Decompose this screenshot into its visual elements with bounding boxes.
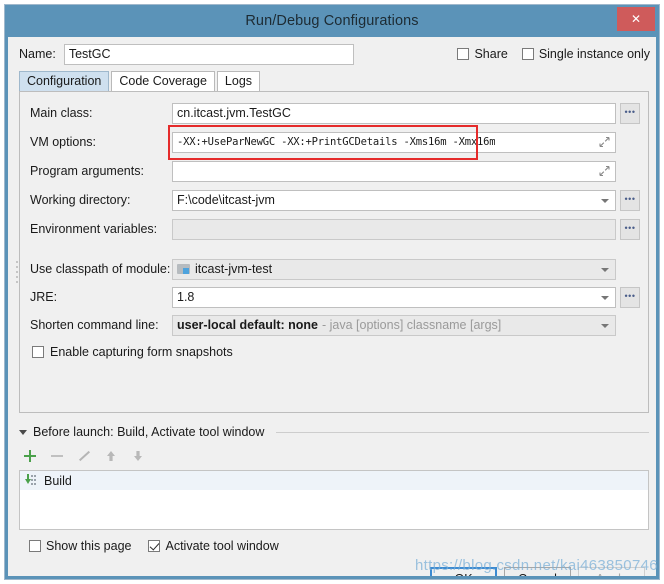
activate-tool-window-checkbox[interactable]: Activate tool window	[148, 539, 278, 553]
chevron-down-icon[interactable]	[601, 324, 609, 328]
cancel-button[interactable]: Cancel	[504, 567, 571, 580]
tab-code-coverage[interactable]: Code Coverage	[111, 71, 215, 91]
before-launch-header[interactable]: Before launch: Build, Activate tool wind…	[19, 425, 649, 439]
divider	[276, 432, 649, 433]
tab-configuration[interactable]: Configuration	[19, 71, 109, 91]
form-snapshots-checkbox-label: Enable capturing form snapshots	[50, 345, 233, 359]
vm-options-input[interactable]: -XX:+UseParNewGC -XX:+PrintGCDetails -Xm…	[172, 132, 616, 153]
single-instance-checkbox[interactable]: Single instance only	[522, 47, 650, 61]
form-snapshots-checkbox[interactable]: Enable capturing form snapshots	[32, 345, 640, 359]
run-debug-configurations-dialog: Run/Debug Configurations ✕ Name: Share S…	[4, 4, 660, 580]
expand-editor-icon[interactable]	[599, 166, 610, 177]
main-class-input[interactable]: cn.itcast.jvm.TestGC	[172, 103, 616, 124]
ellipsis-icon: •••	[625, 108, 636, 117]
working-directory-browse-button[interactable]: •••	[620, 190, 640, 211]
environment-variables-input[interactable]	[172, 219, 616, 240]
edit-icon	[77, 449, 91, 463]
working-directory-value: F:\code\itcast-jvm	[177, 193, 275, 207]
show-this-page-checkbox[interactable]: Show this page	[29, 539, 131, 553]
name-row-options: Share Single instance only	[457, 47, 650, 61]
program-arguments-label: Program arguments:	[30, 164, 172, 178]
move-down-icon	[131, 449, 145, 463]
before-launch-list[interactable]: Build	[19, 470, 649, 530]
before-launch-section: Before launch: Build, Activate tool wind…	[19, 425, 649, 530]
classpath-module-row: Use classpath of module: itcast-jvm-test	[30, 258, 640, 280]
list-item-label: Build	[44, 474, 72, 488]
configuration-panel: Main class: cn.itcast.jvm.TestGC ••• VM …	[19, 91, 649, 413]
add-icon[interactable]	[23, 449, 37, 463]
share-checkbox-box	[457, 48, 469, 60]
program-arguments-row: Program arguments:	[30, 160, 640, 182]
list-item[interactable]: Build	[20, 471, 648, 490]
chevron-down-icon[interactable]	[601, 296, 609, 300]
vm-options-row: VM options: -XX:+UseParNewGC -XX:+PrintG…	[30, 131, 640, 153]
ellipsis-icon: •••	[625, 224, 636, 233]
classpath-module-select[interactable]: itcast-jvm-test	[172, 259, 616, 280]
jre-select[interactable]: 1.8	[172, 287, 616, 308]
program-arguments-input[interactable]	[172, 161, 616, 182]
title-bar: Run/Debug Configurations ✕	[5, 5, 659, 37]
environment-variables-row: Environment variables: •••	[30, 218, 640, 240]
classpath-module-label: Use classpath of module:	[30, 262, 172, 276]
section-spacer	[30, 247, 640, 258]
bottom-options: Show this page Activate tool window	[29, 539, 659, 553]
environment-variables-label: Environment variables:	[30, 222, 172, 236]
vm-options-value: -XX:+UseParNewGC -XX:+PrintGCDetails -Xm…	[177, 136, 495, 148]
vm-options-label: VM options:	[30, 135, 172, 149]
main-class-value: cn.itcast.jvm.TestGC	[177, 106, 291, 120]
main-class-row: Main class: cn.itcast.jvm.TestGC •••	[30, 102, 640, 124]
environment-variables-browse-button[interactable]: •••	[620, 219, 640, 240]
form-snapshots-checkbox-box	[32, 346, 44, 358]
jre-row: JRE: 1.8 •••	[30, 286, 640, 308]
working-directory-row: Working directory: F:\code\itcast-jvm ••…	[30, 189, 640, 211]
jre-browse-button[interactable]: •••	[620, 287, 640, 308]
name-label: Name:	[19, 47, 56, 61]
close-icon[interactable]: ✕	[617, 7, 655, 31]
tab-bar: Configuration Code Coverage Logs	[5, 71, 659, 91]
chevron-down-icon[interactable]	[601, 199, 609, 203]
show-this-page-label: Show this page	[46, 539, 131, 553]
shorten-command-line-value: user-local default: none	[177, 318, 318, 332]
share-checkbox[interactable]: Share	[457, 47, 507, 61]
tab-logs[interactable]: Logs	[217, 71, 260, 91]
dialog-title: Run/Debug Configurations	[245, 13, 418, 29]
activate-tool-window-label: Activate tool window	[165, 539, 278, 553]
single-instance-checkbox-box	[522, 48, 534, 60]
move-up-icon	[104, 449, 118, 463]
ok-button[interactable]: OK	[430, 567, 497, 580]
name-input[interactable]	[64, 44, 354, 65]
shorten-command-line-select[interactable]: user-local default: none - java [options…	[172, 315, 616, 336]
apply-button: Apply	[578, 567, 645, 580]
working-directory-input[interactable]: F:\code\itcast-jvm	[172, 190, 616, 211]
expand-editor-icon[interactable]	[599, 137, 610, 148]
working-directory-label: Working directory:	[30, 193, 172, 207]
ellipsis-icon: •••	[625, 195, 636, 204]
show-this-page-checkbox-box	[29, 540, 41, 552]
remove-icon	[50, 449, 64, 463]
panel-splitter-handle[interactable]	[15, 260, 20, 286]
shorten-command-line-hint: - java [options] classname [args]	[322, 318, 501, 332]
main-class-label: Main class:	[30, 106, 172, 120]
share-checkbox-label: Share	[474, 47, 507, 61]
shorten-command-line-row: Shorten command line: user-local default…	[30, 314, 640, 336]
ellipsis-icon: •••	[625, 292, 636, 301]
jre-value: 1.8	[177, 290, 194, 304]
chevron-down-icon[interactable]	[601, 268, 609, 272]
module-icon	[177, 263, 190, 275]
main-class-browse-button[interactable]: •••	[620, 103, 640, 124]
single-instance-checkbox-label: Single instance only	[539, 47, 650, 61]
before-launch-title: Before launch: Build, Activate tool wind…	[33, 425, 264, 439]
shorten-command-line-label: Shorten command line:	[30, 318, 172, 332]
build-icon	[24, 474, 38, 488]
chevron-down-icon[interactable]	[19, 430, 27, 435]
before-launch-toolbar	[23, 445, 649, 467]
name-row: Name: Share Single instance only	[5, 37, 659, 71]
activate-tool-window-checkbox-box	[148, 540, 160, 552]
dialog-buttons: OK Cancel Apply	[5, 567, 645, 580]
jre-label: JRE:	[30, 290, 172, 304]
classpath-module-value: itcast-jvm-test	[195, 262, 272, 276]
